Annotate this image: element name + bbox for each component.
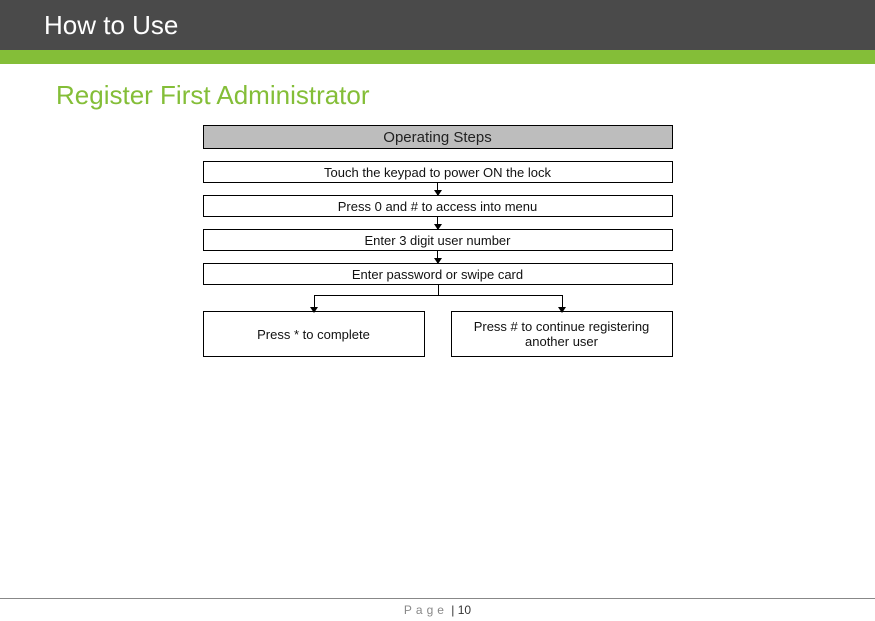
page-root: How to Use Register First Administrator … — [0, 0, 875, 621]
flow-step: Touch the keypad to power ON the lock — [203, 161, 673, 183]
footer-page-number: 10 — [458, 603, 471, 617]
arrow-down-icon — [203, 251, 673, 263]
flow-branch-row: Press * to complete Press # to continue … — [203, 311, 673, 357]
flow-branch-connector — [203, 285, 673, 311]
flow-branch-left: Press * to complete — [203, 311, 425, 357]
flow-step: Press 0 and # to access into menu — [203, 195, 673, 217]
flow-step: Enter password or swipe card — [203, 263, 673, 285]
flow-diagram: Operating Steps Touch the keypad to powe… — [203, 125, 673, 357]
arrow-down-icon — [203, 183, 673, 195]
footer-label: Page — [404, 603, 448, 617]
flow-branch-right: Press # to continue registering another … — [451, 311, 673, 357]
page-title: How to Use — [44, 10, 178, 41]
page-footer: Page | 10 — [0, 598, 875, 621]
diagram-header: Operating Steps — [203, 125, 673, 149]
footer-sep: | — [448, 603, 458, 617]
footer-text: Page | 10 — [0, 599, 875, 621]
flow-step: Enter 3 digit user number — [203, 229, 673, 251]
top-bar: How to Use — [0, 0, 875, 50]
arrow-down-icon — [203, 217, 673, 229]
accent-bar — [0, 50, 875, 64]
section-title: Register First Administrator — [56, 80, 875, 111]
